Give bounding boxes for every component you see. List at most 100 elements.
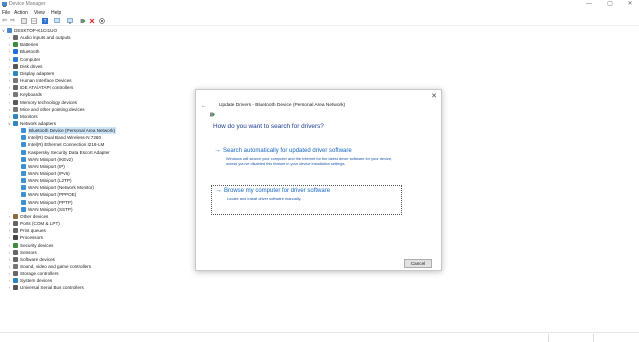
search-automatically-option[interactable]: → Search automatically for updated drive… xyxy=(211,145,402,178)
network-adapter-icon xyxy=(21,178,26,184)
network-adapter-icon xyxy=(21,171,26,176)
tree-item-label: Audio inputs and outputs xyxy=(20,35,71,41)
expand-icon[interactable]: › xyxy=(7,48,12,55)
device-tree[interactable]: ∨ DESKTOP-K1CI1UO › Audio inputs and output… xyxy=(0,27,200,327)
device-category-icon xyxy=(13,285,18,291)
dialog-back-button[interactable]: ← xyxy=(201,103,207,109)
device-category-icon xyxy=(13,42,18,48)
enable-icon[interactable] xyxy=(98,18,105,25)
menu-view[interactable]: View xyxy=(34,9,45,17)
dialog-header: Update Drivers - Bluetooth Device (Perso… xyxy=(219,103,346,108)
tree-item-label: Bluetooth Device (Personal Area Network) xyxy=(28,127,117,135)
tree-item-label: WAN Miniport (IKEv2) xyxy=(28,156,73,162)
properties-icon[interactable] xyxy=(20,18,27,25)
expand-icon[interactable]: › xyxy=(7,249,12,256)
tree-item-label: Network adapters xyxy=(20,120,57,126)
expand-icon[interactable]: › xyxy=(7,284,12,291)
tree-item-label: Intel(R) Ethernet Connection I218-LM xyxy=(28,142,105,148)
tree-item-label: WAN Miniport (L2TP) xyxy=(28,178,72,184)
network-adapter-icon xyxy=(21,199,26,205)
status-divider xyxy=(593,334,594,342)
collapse-icon[interactable]: ∨ xyxy=(1,27,6,34)
expand-icon[interactable]: › xyxy=(7,113,12,120)
expand-icon[interactable]: › xyxy=(7,99,12,106)
device-category-icon xyxy=(13,113,18,119)
close-window-button[interactable]: ✕ xyxy=(623,0,637,9)
network-adapter-icon xyxy=(21,206,26,212)
expand-icon[interactable]: › xyxy=(7,220,12,227)
expand-icon[interactable]: › xyxy=(7,242,12,249)
expand-icon[interactable]: › xyxy=(7,84,12,91)
option-title: Search automatically for updated driver … xyxy=(223,148,352,154)
expand-icon[interactable]: › xyxy=(7,213,12,220)
expand-icon[interactable]: › xyxy=(7,91,12,98)
collapse-icon[interactable]: ∨ xyxy=(7,120,12,127)
forward-icon[interactable]: ⇨ xyxy=(9,18,16,25)
network-adapter-icon xyxy=(21,163,26,169)
monitor-icon[interactable] xyxy=(53,18,60,25)
expand-icon[interactable]: › xyxy=(7,70,12,77)
device-category-icon xyxy=(13,221,18,227)
network-adapter-icon xyxy=(21,149,26,155)
expand-icon[interactable]: › xyxy=(7,227,12,234)
menu-file[interactable]: File xyxy=(2,9,10,17)
tree-item-label: Computer xyxy=(20,56,41,62)
device-category-icon xyxy=(13,49,18,55)
grid-icon[interactable] xyxy=(30,18,37,25)
browse-computer-option[interactable]: → Browse my computer for driver software… xyxy=(211,185,402,215)
tree-item-label: Display adapters xyxy=(20,70,55,76)
tree-item-label: WAN Miniport (IPv6) xyxy=(28,171,70,176)
tree-item-label: Batteries xyxy=(20,42,39,48)
tree-item-label: Universal Serial Bus controllers xyxy=(20,285,84,291)
tree-item-label: WAN Miniport (PPPOE) xyxy=(28,192,77,198)
network-adapter-icon xyxy=(21,142,26,148)
uninstall-icon[interactable] xyxy=(88,18,95,25)
expand-icon[interactable]: › xyxy=(7,270,12,277)
device-category-icon xyxy=(13,278,18,284)
expand-icon[interactable]: › xyxy=(7,63,12,70)
tree-item-label: WAN Miniport (IP) xyxy=(28,163,65,169)
expand-icon[interactable]: › xyxy=(7,263,12,270)
expand-icon[interactable]: › xyxy=(7,77,12,84)
cancel-button[interactable]: Cancel xyxy=(404,259,432,268)
update-driver-icon xyxy=(210,104,215,117)
expand-icon[interactable]: › xyxy=(7,234,12,241)
expand-icon[interactable]: › xyxy=(7,56,12,63)
update-drivers-dialog: ✕ ← Update Drivers - Bluetooth Device (P… xyxy=(195,89,442,271)
device-category-icon xyxy=(13,256,18,262)
expand-icon[interactable]: › xyxy=(7,106,12,113)
network-adapter-icon xyxy=(21,156,26,162)
tree-item-label: DESKTOP-K1CI1UO xyxy=(14,28,58,33)
minimize-button[interactable]: — xyxy=(582,0,596,9)
expand-icon[interactable]: › xyxy=(7,34,12,41)
scan-icon[interactable] xyxy=(66,18,73,25)
device-manager-icon xyxy=(2,2,7,7)
tree-item-label: Bluetooth xyxy=(20,49,40,55)
tree-item-label: WAN Miniport (SSTP) xyxy=(28,206,73,212)
tree-item-label: WAN Miniport (PPTP) xyxy=(28,199,73,205)
tree-item-label: IDE ATA/ATAPI controllers xyxy=(20,85,74,91)
tree-item-label: Kaspersky Security Data Escort Adapter xyxy=(28,149,110,155)
device-category-icon xyxy=(13,56,18,62)
menu-action[interactable]: Action xyxy=(14,9,28,17)
status-divider xyxy=(548,334,549,342)
tree-item-label: Sensors xyxy=(20,249,37,255)
dialog-close-button[interactable]: ✕ xyxy=(431,92,437,100)
arrow-right-icon: → xyxy=(214,147,221,154)
back-icon[interactable]: ⇦ xyxy=(1,18,8,25)
help-icon[interactable]: ? xyxy=(41,18,48,25)
device-category-icon xyxy=(13,249,18,255)
menu-bar: File Action View Help xyxy=(0,9,639,17)
menu-help[interactable]: Help xyxy=(51,9,61,17)
device-category-icon xyxy=(13,263,18,269)
tree-item-label: Disk drives xyxy=(20,63,43,69)
maximize-button[interactable]: ▢ xyxy=(603,0,617,9)
tree-item-label: Other devices xyxy=(20,213,49,219)
expand-icon[interactable]: › xyxy=(7,256,12,263)
expand-icon[interactable]: › xyxy=(7,277,12,284)
expand-icon[interactable]: › xyxy=(7,41,12,48)
tree-item-label: WAN Miniport (Network Monitor) xyxy=(28,185,94,191)
option-description: Locate and install driver software manua… xyxy=(227,196,302,201)
tree-item-label: Memory technology devices xyxy=(20,99,77,105)
update-driver-icon[interactable] xyxy=(79,18,86,25)
